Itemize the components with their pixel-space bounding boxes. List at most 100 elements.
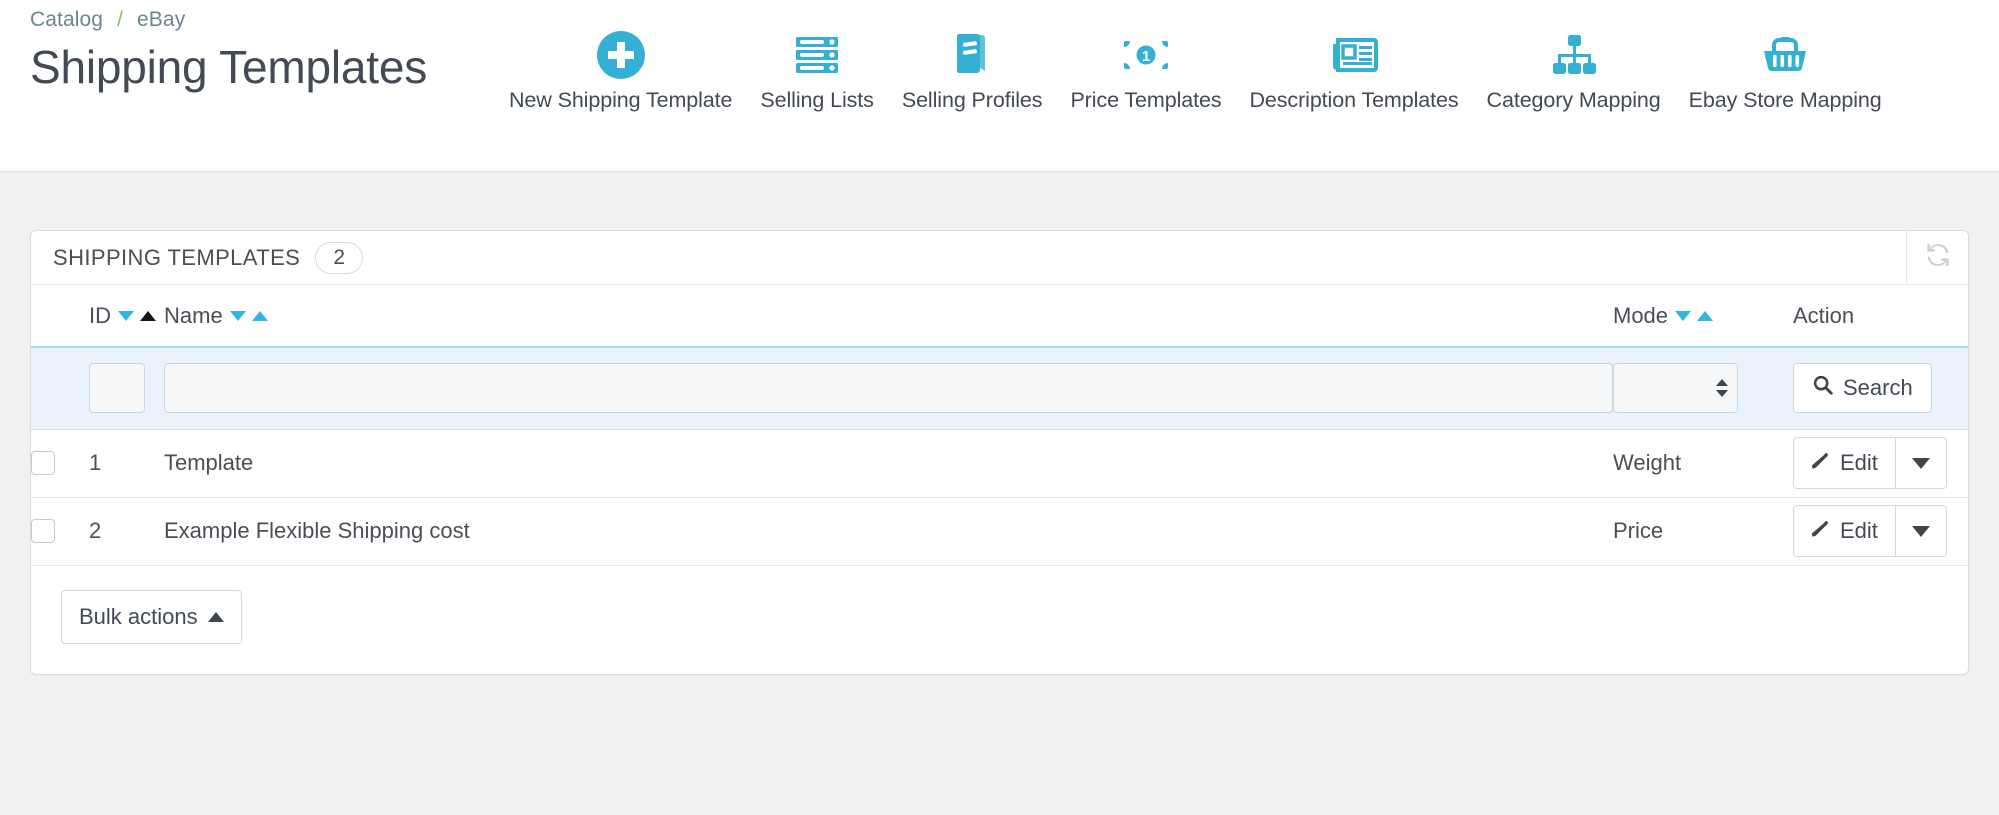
refresh-button[interactable] <box>1906 231 1968 284</box>
filter-checkbox-cell <box>31 346 89 430</box>
edit-button[interactable]: Edit <box>1793 505 1895 557</box>
row-checkbox-cell <box>31 497 89 566</box>
toolbar-selling-profiles[interactable]: Selling Profiles <box>888 26 1057 113</box>
filter-mode-cell <box>1613 346 1793 430</box>
filter-mode-select-wrap <box>1613 363 1738 414</box>
caret-down-icon <box>1911 525 1930 537</box>
header-toolbar: New Shipping Template Selling Lists Sell… <box>495 26 1999 113</box>
toolbar-label: Selling Lists <box>760 88 874 112</box>
table-body: 1 Template Weight Edit 2 Example Flexibl… <box>31 429 1968 566</box>
header-action: Action <box>1793 285 1968 347</box>
sort-controls-mode <box>1675 310 1714 321</box>
toolbar-selling-lists[interactable]: Selling Lists <box>746 26 887 113</box>
pencil-icon <box>1809 449 1831 477</box>
toolbar-label: Category Mapping <box>1486 88 1661 112</box>
row-checkbox[interactable] <box>31 519 55 543</box>
toolbar-price-templates[interactable]: 1 Price Templates <box>1056 26 1235 113</box>
breadcrumb-item-ebay[interactable]: eBay <box>137 8 185 32</box>
filter-name-cell <box>164 346 1613 430</box>
table-row[interactable]: 1 Template Weight Edit <box>31 429 1968 498</box>
toolbar-category-mapping[interactable]: Category Mapping <box>1473 26 1675 113</box>
header-name-label: Name <box>164 302 223 328</box>
sort-asc-name-icon[interactable] <box>251 310 268 321</box>
toolbar-new-shipping-template[interactable]: New Shipping Template <box>495 26 746 113</box>
row-checkbox-cell <box>31 429 89 498</box>
edit-button[interactable]: Edit <box>1793 437 1895 489</box>
filter-id-input[interactable] <box>89 363 145 414</box>
shipping-templates-panel: SHIPPING TEMPLATES 2 ID Name Mode Action… <box>30 230 1969 675</box>
row-mode: Weight <box>1613 429 1793 498</box>
edit-dropdown-toggle[interactable] <box>1894 505 1947 557</box>
caret-up-icon <box>207 611 224 622</box>
caret-down-icon <box>1911 457 1930 469</box>
row-name: Example Flexible Shipping cost <box>164 497 1613 566</box>
edit-button-label: Edit <box>1840 518 1878 543</box>
breadcrumb-item-catalog[interactable]: Catalog <box>30 8 103 32</box>
toolbar-label: Ebay Store Mapping <box>1688 88 1882 112</box>
panel-title: SHIPPING TEMPLATES <box>53 244 301 270</box>
header-action-label: Action <box>1793 302 1855 328</box>
header-mode: Mode <box>1613 285 1793 347</box>
row-checkbox[interactable] <box>31 451 55 475</box>
header-id: ID <box>89 285 164 347</box>
table-filter-body: Search <box>31 346 1968 430</box>
table-head: ID Name Mode Action <box>31 285 1968 347</box>
toolbar-label: New Shipping Template <box>509 88 733 112</box>
page-root: Catalog / eBay Shipping Templates New Sh… <box>0 0 1999 815</box>
newspaper-icon <box>1327 26 1381 84</box>
table-header-row: ID Name Mode Action <box>31 285 1968 347</box>
sort-controls-name <box>229 310 268 321</box>
svg-text:1: 1 <box>1142 48 1150 65</box>
sort-asc-id-icon[interactable] <box>140 310 156 321</box>
edit-button-group: Edit <box>1793 437 1947 489</box>
row-name: Template <box>164 429 1613 498</box>
bulk-actions-button[interactable]: Bulk actions <box>61 589 242 644</box>
filter-mode-select[interactable] <box>1613 363 1738 414</box>
page-title: Shipping Templates <box>30 41 428 93</box>
filter-search-cell: Search <box>1793 346 1968 430</box>
header-checkbox-col <box>31 285 89 347</box>
panel-header: SHIPPING TEMPLATES 2 <box>31 231 1968 285</box>
panel-count-badge: 2 <box>315 241 364 274</box>
sitemap-icon <box>1547 26 1601 84</box>
header-id-label: ID <box>89 302 111 328</box>
basket-icon <box>1758 26 1812 84</box>
panel-footer: Bulk actions <box>31 566 1968 674</box>
filter-id-cell <box>89 346 164 430</box>
breadcrumb: Catalog / eBay <box>30 8 185 32</box>
toolbar-label: Description Templates <box>1249 88 1459 112</box>
toolbar-description-templates[interactable]: Description Templates <box>1236 26 1473 113</box>
pencil-icon <box>1809 517 1831 545</box>
sort-desc-name-icon[interactable] <box>229 310 246 321</box>
search-button[interactable]: Search <box>1793 363 1932 414</box>
table-row[interactable]: 2 Example Flexible Shipping cost Price E… <box>31 497 1968 566</box>
toolbar-label: Price Templates <box>1070 88 1222 112</box>
page-header: Catalog / eBay Shipping Templates New Sh… <box>0 0 1999 172</box>
edit-button-group: Edit <box>1793 505 1947 557</box>
toolbar-ebay-store-mapping[interactable]: Ebay Store Mapping <box>1675 26 1896 113</box>
bulk-actions-label: Bulk actions <box>79 603 198 629</box>
row-action-cell: Edit <box>1793 429 1968 498</box>
sort-asc-mode-icon[interactable] <box>1697 310 1714 321</box>
row-id: 2 <box>89 497 164 566</box>
search-icon <box>1812 374 1834 402</box>
refresh-icon <box>1923 240 1953 275</box>
edit-dropdown-toggle[interactable] <box>1894 437 1947 489</box>
book-icon <box>945 26 999 84</box>
sort-desc-id-icon[interactable] <box>118 310 134 321</box>
search-button-label: Search <box>1843 375 1913 401</box>
filter-row: Search <box>31 346 1968 430</box>
server-list-icon <box>790 26 844 84</box>
banknote-icon: 1 <box>1119 26 1173 84</box>
page-content: SHIPPING TEMPLATES 2 ID Name Mode Action… <box>0 172 1999 815</box>
filter-name-input[interactable] <box>164 363 1613 414</box>
header-name: Name <box>164 285 1613 347</box>
header-mode-label: Mode <box>1613 302 1669 328</box>
row-id: 1 <box>89 429 164 498</box>
shipping-templates-table: ID Name Mode Action Search 1 Template We… <box>31 285 1968 566</box>
sort-controls-id <box>118 310 156 321</box>
row-mode: Price <box>1613 497 1793 566</box>
row-action-cell: Edit <box>1793 497 1968 566</box>
sort-desc-mode-icon[interactable] <box>1675 310 1692 321</box>
